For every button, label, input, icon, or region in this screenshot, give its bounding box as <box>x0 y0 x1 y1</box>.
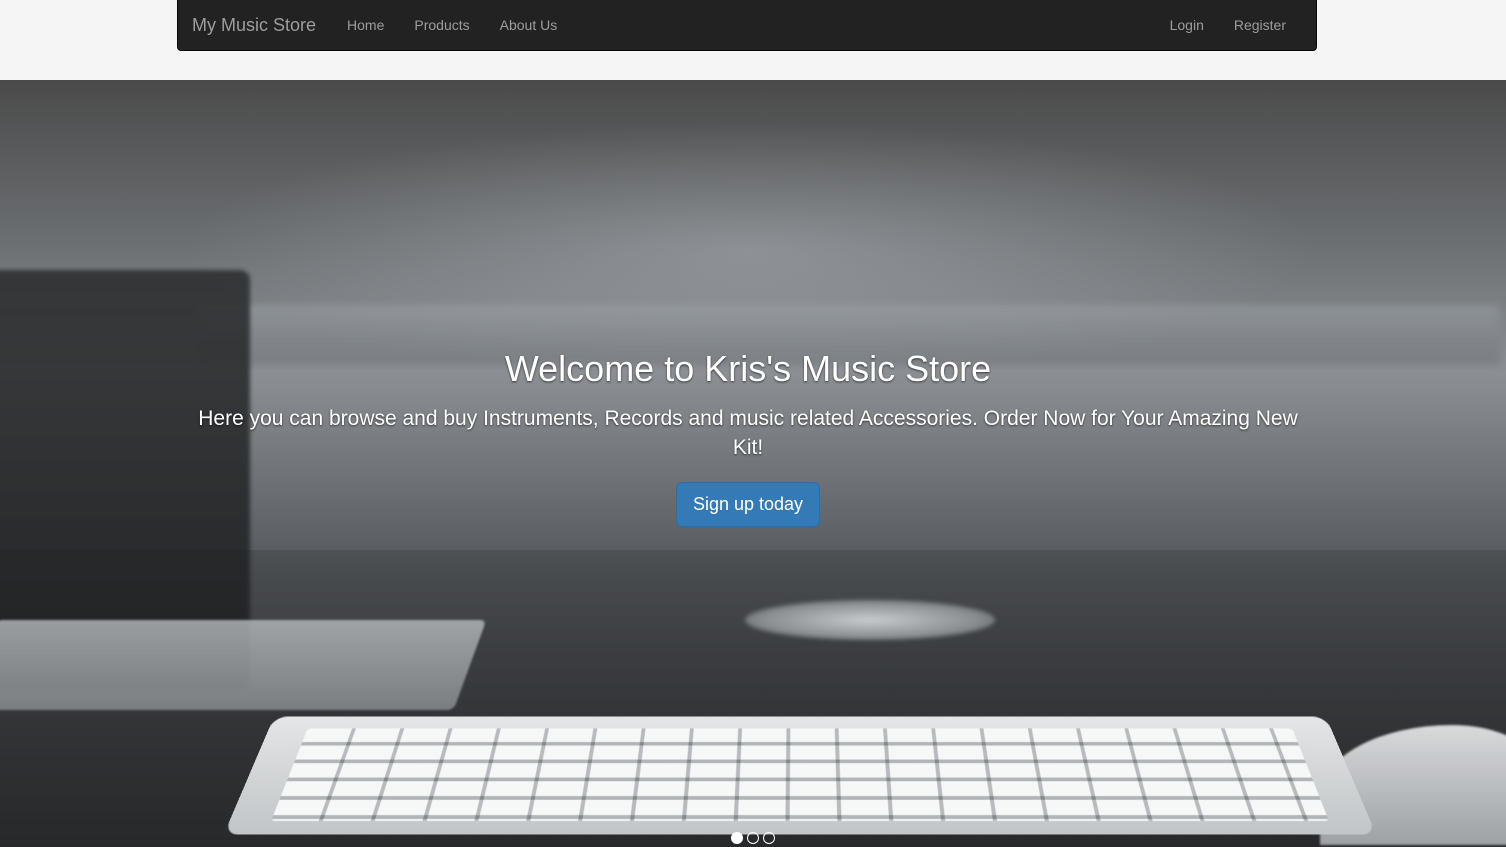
carousel-indicators <box>0 832 1506 844</box>
top-navbar: My Music Store Home Products About Us Lo… <box>177 0 1317 51</box>
background-laptop-base <box>0 620 487 710</box>
keyboard-keys <box>270 728 1330 821</box>
nav-right: Login Register <box>1155 0 1301 50</box>
hero-carousel: Welcome to Kris's Music Store Here you c… <box>0 80 1506 847</box>
login-link[interactable]: Login <box>1155 0 1219 50</box>
brand-link[interactable]: My Music Store <box>192 15 316 36</box>
carousel-indicator-3[interactable] <box>763 832 775 844</box>
background-window-glow <box>180 120 1320 380</box>
background-desk <box>0 550 1506 847</box>
nav-left: Home Products About Us <box>332 0 572 50</box>
carousel-indicator-1[interactable] <box>731 832 743 844</box>
background-bowl <box>745 600 995 640</box>
background-mouse <box>1320 725 1506 845</box>
hero-title: Welcome to Kris's Music Store <box>504 348 992 389</box>
hero-subtitle: Here you can browse and buy Instruments,… <box>198 407 1298 459</box>
sign-up-button[interactable]: Sign up today <box>675 482 821 527</box>
nav-home-link[interactable]: Home <box>332 0 399 50</box>
background-keyboard <box>223 716 1377 835</box>
nav-about-link[interactable]: About Us <box>485 0 573 50</box>
carousel-indicator-2[interactable] <box>747 832 759 844</box>
register-link[interactable]: Register <box>1219 0 1301 50</box>
hero-caption: Welcome to Kris's Music Store Here you c… <box>190 348 1306 527</box>
nav-products-link[interactable]: Products <box>399 0 484 50</box>
